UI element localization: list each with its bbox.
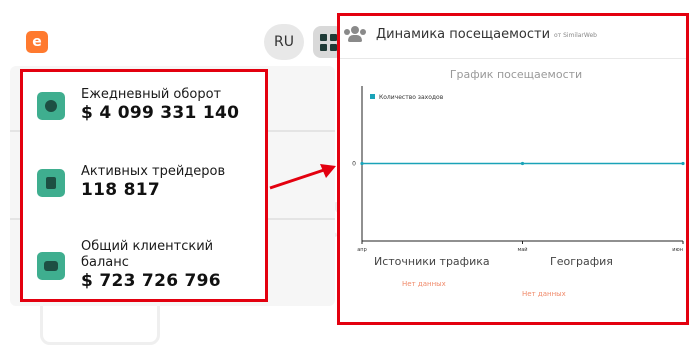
dollar-icon <box>37 91 65 120</box>
panel-title: Динамика посещаемости <box>376 26 551 42</box>
x-tick-label: апр <box>357 247 367 253</box>
stat-label: Ежедневный оборот <box>81 87 222 102</box>
stat-client-balance: Общий клиентский баланс $ 723 726 796 <box>37 239 265 292</box>
logo[interactable]: e <box>26 31 48 53</box>
chart-title: График посещаемости <box>450 68 582 81</box>
traffic-sources-title: Источники трафика <box>374 255 490 268</box>
x-tick-label: май <box>517 246 527 253</box>
legend-swatch <box>370 94 375 99</box>
stat-value: $ 4 099 331 140 <box>81 103 240 123</box>
series-point <box>360 161 364 166</box>
stat-daily-turnover: Ежедневный оборот $ 4 099 331 140 <box>37 87 239 124</box>
traffic-chart: График посещаемости Количество заходов 0 ап… <box>352 68 685 253</box>
stat-value: 118 817 <box>81 180 160 200</box>
stat-label: Активных трейдеров <box>81 164 226 179</box>
geography-empty: Нет данных <box>522 290 566 298</box>
y-tick-label: 0 <box>352 161 356 168</box>
users-icon <box>344 26 366 42</box>
arrow-annotation <box>269 164 336 190</box>
traffic-panel: Динамика посещаемости от SimilarWeb Граф… <box>337 13 689 325</box>
panel-source: от SimilarWeb <box>554 32 597 39</box>
panel-divider <box>340 58 686 59</box>
trader-icon <box>37 168 65 197</box>
geography-title: География <box>550 255 613 268</box>
stat-value: $ 723 726 796 <box>80 271 221 291</box>
stat-label: Общий клиентский баланс <box>80 239 214 270</box>
x-tick-label: июн <box>672 247 683 253</box>
series-point <box>681 161 685 166</box>
wallet-icon <box>37 251 65 280</box>
series-point <box>520 161 525 166</box>
stat-active-traders: Активных трейдеров 118 817 <box>37 164 225 201</box>
traffic-sources-empty: Нет данных <box>402 280 446 288</box>
stats-card: Ежедневный оборот $ 4 099 331 140 Активн… <box>20 69 268 302</box>
legend-label: Количество заходов <box>379 94 444 101</box>
language-button[interactable]: RU <box>264 24 304 60</box>
